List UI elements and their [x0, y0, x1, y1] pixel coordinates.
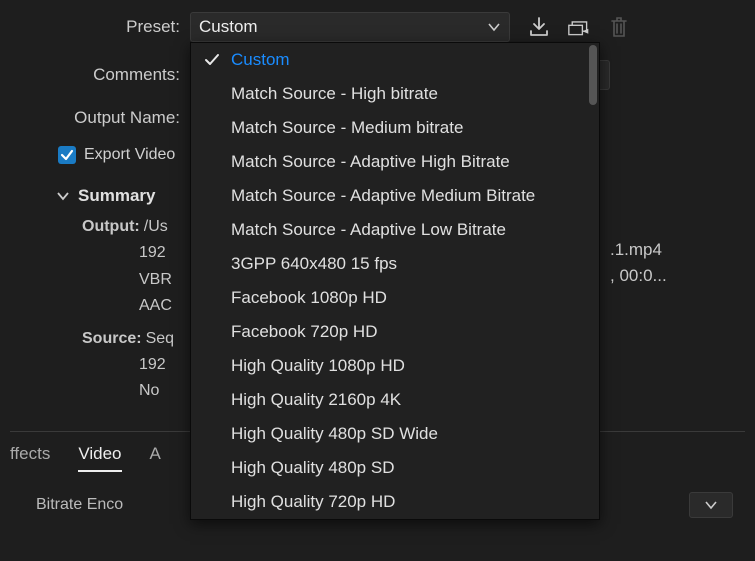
output-name-label: Output Name: — [10, 108, 190, 128]
check-icon — [203, 52, 221, 68]
chevron-down-icon — [487, 20, 501, 34]
preset-option-label: High Quality 1080p HD — [231, 356, 405, 376]
preset-option[interactable]: Match Source - Adaptive High Bitrate — [191, 145, 599, 179]
trash-icon — [608, 16, 630, 38]
tab-effects[interactable]: ffects — [10, 444, 50, 470]
preset-option[interactable]: Match Source - Adaptive Medium Bitrate — [191, 179, 599, 213]
chevron-down-icon — [704, 498, 718, 512]
preset-option[interactable]: 3GPP 640x480 15 fps — [191, 247, 599, 281]
preset-option[interactable]: Facebook 1080p HD — [191, 281, 599, 315]
summary-output-label: Output: — [82, 216, 140, 238]
queue-icon[interactable] — [568, 16, 590, 38]
preset-option-label: High Quality 720p HD — [231, 492, 395, 512]
preset-option[interactable]: Match Source - High bitrate — [191, 77, 599, 111]
import-preset-icon[interactable] — [528, 16, 550, 38]
preset-option[interactable]: Match Source - Adaptive Low Bitrate — [191, 213, 599, 247]
preset-option[interactable]: High Quality 2160p 4K — [191, 383, 599, 417]
summary-title: Summary — [78, 186, 155, 206]
preset-label: Preset: — [10, 17, 190, 37]
summary-output-path: /Us — [144, 216, 168, 238]
preset-option-label: High Quality 480p SD Wide — [231, 424, 438, 444]
preset-option[interactable]: High Quality 480p SD — [191, 451, 599, 485]
preset-option[interactable]: Match Source - Medium bitrate — [191, 111, 599, 145]
bitrate-encoding-label: Bitrate Enco — [36, 496, 123, 514]
export-video-label: Export Video — [84, 146, 175, 164]
tab-video[interactable]: Video — [78, 444, 121, 472]
preset-option-label: Facebook 720p HD — [231, 322, 377, 342]
preset-option[interactable]: Custom — [191, 43, 599, 77]
preset-dropdown[interactable]: Custom — [190, 12, 510, 42]
tab-audio[interactable]: A — [150, 444, 161, 470]
preset-option-label: 3GPP 640x480 15 fps — [231, 254, 397, 274]
preset-option-label: High Quality 2160p 4K — [231, 390, 401, 410]
preset-option-label: Match Source - Adaptive High Bitrate — [231, 152, 510, 172]
preset-option-label: Match Source - Adaptive Medium Bitrate — [231, 186, 535, 206]
summary-right-line: , 00:0... — [610, 263, 667, 289]
summary-output-line: VBR — [139, 269, 172, 291]
preset-option-label: Match Source - High bitrate — [231, 84, 438, 104]
summary-source-line: Seq — [146, 328, 174, 350]
preset-option-label: Custom — [231, 50, 290, 70]
preset-option-label: Match Source - Medium bitrate — [231, 118, 463, 138]
preset-option[interactable]: High Quality 720p HD — [191, 485, 599, 519]
preset-option-label: Facebook 1080p HD — [231, 288, 387, 308]
bitrate-encoding-dropdown[interactable] — [689, 492, 733, 518]
summary-source-line: 192 — [139, 354, 166, 376]
export-video-checkbox[interactable] — [58, 146, 76, 164]
summary-source-label: Source: — [82, 328, 142, 350]
summary-source-line: No — [139, 380, 159, 402]
comments-label: Comments: — [10, 65, 190, 85]
preset-option-label: Match Source - Adaptive Low Bitrate — [231, 220, 506, 240]
summary-output-line: 192 — [139, 242, 166, 264]
dropdown-scrollbar[interactable] — [589, 45, 597, 105]
summary-right-line: .1.mp4 — [610, 237, 667, 263]
preset-dropdown-value: Custom — [199, 17, 258, 37]
preset-option[interactable]: High Quality 1080p HD — [191, 349, 599, 383]
chevron-down-icon — [56, 189, 70, 203]
preset-option-label: High Quality 480p SD — [231, 458, 394, 478]
preset-option[interactable]: High Quality 480p SD Wide — [191, 417, 599, 451]
summary-output-line: AAC — [139, 295, 172, 317]
preset-option[interactable]: Facebook 720p HD — [191, 315, 599, 349]
preset-dropdown-list[interactable]: Custom Match Source - High bitrate Match… — [190, 42, 600, 520]
